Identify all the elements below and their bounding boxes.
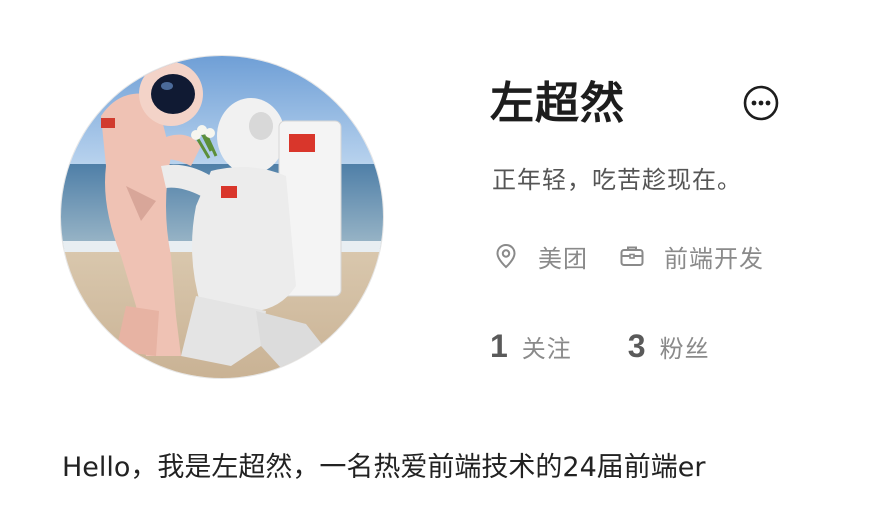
- followers-count: 3: [627, 328, 646, 364]
- followers-stat[interactable]: 3 粉丝: [628, 328, 710, 365]
- company-label: 美团: [538, 244, 588, 273]
- following-count: 1: [490, 328, 508, 364]
- profile-intro: Hello，我是左超然，一名热爱前端技术的24届前端er: [62, 452, 706, 483]
- more-options-button[interactable]: [742, 84, 780, 122]
- following-label: 关注: [521, 335, 572, 363]
- more-options-icon: [743, 85, 779, 121]
- avatar-image: [61, 56, 383, 378]
- profile-name: 左超然: [490, 78, 625, 129]
- profile-stats: 1 关注 3 粉丝: [490, 328, 710, 368]
- profile-bio: 正年轻，吃苦趁现在。: [492, 166, 742, 194]
- followers-label: 粉丝: [659, 335, 710, 363]
- avatar: [60, 55, 384, 379]
- briefcase-icon: [618, 242, 646, 270]
- location-pin-icon: [492, 242, 520, 270]
- position-label: 前端开发: [664, 244, 764, 273]
- following-stat[interactable]: 1 关注: [490, 328, 572, 365]
- profile-meta: 美团 前端开发: [492, 238, 764, 274]
